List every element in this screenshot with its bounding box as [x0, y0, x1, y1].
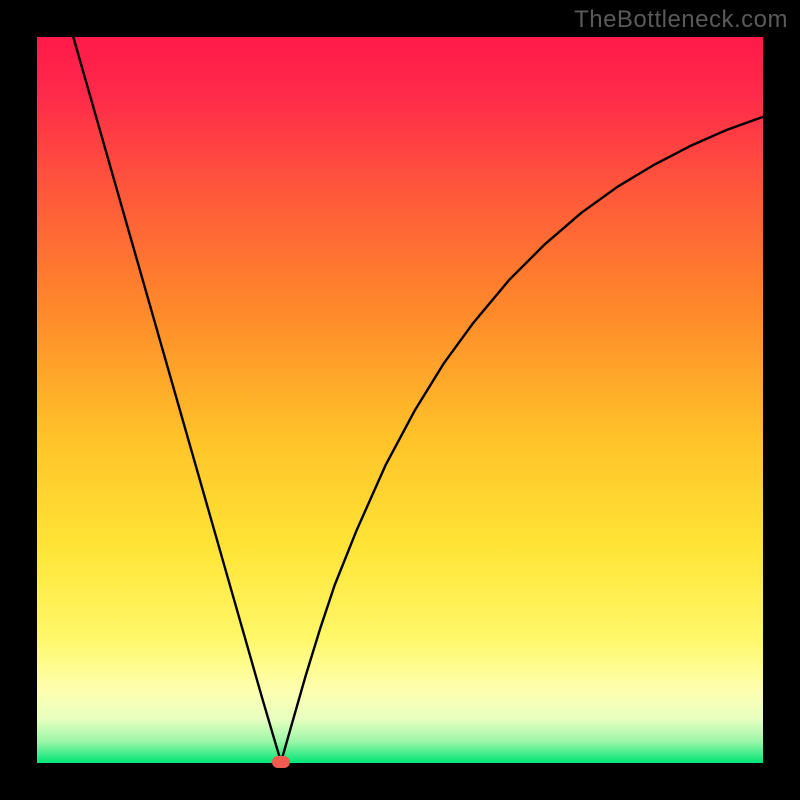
plot-area: [37, 37, 763, 763]
chart-frame: TheBottleneck.com: [0, 0, 800, 800]
watermark-text: TheBottleneck.com: [574, 6, 788, 34]
optimal-point-marker: [272, 756, 290, 768]
chart-svg: [37, 37, 763, 763]
gradient-background: [37, 37, 763, 763]
